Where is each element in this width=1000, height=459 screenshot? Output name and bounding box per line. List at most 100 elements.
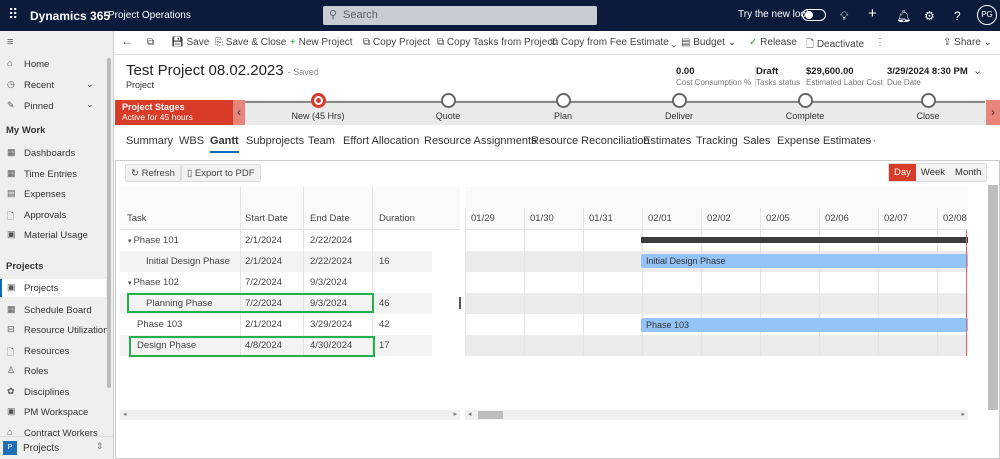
resources-icon: 🗋︎ [7, 347, 15, 357]
save-close-button[interactable]: ⎘ Save & Close [215, 37, 286, 48]
new-look-toggle[interactable] [802, 9, 826, 21]
timeline-horizontal-scrollbar[interactable]: ◂ ▸ [465, 410, 968, 420]
tab-summary[interactable]: Summary [126, 135, 173, 147]
popout-icon[interactable]: ⧉ [147, 37, 154, 48]
view-week-button[interactable]: Week [916, 164, 950, 181]
business-process-flow: Project Stages Active for 45 hours ‹ › Ne… [115, 93, 1000, 125]
try-new-look-label: Try the new look [738, 9, 811, 20]
splitter-handle[interactable] [459, 297, 461, 309]
tab-team[interactable]: Team [308, 135, 335, 147]
column-task[interactable]: Task [127, 213, 147, 224]
sidebar-label: Disciplines [24, 387, 70, 398]
sidebar-label: Pinned [24, 101, 54, 112]
table-row[interactable]: ▾ Phase 101 2/1/2024 2/22/2024 [120, 230, 432, 251]
export-pdf-button[interactable]: ▯ Export to PDF [181, 164, 261, 182]
cell-end: 2/22/2024 [310, 256, 353, 267]
avatar[interactable]: PG [977, 5, 997, 25]
tab-tracking[interactable]: Tracking [696, 135, 738, 147]
timeline-row [465, 293, 968, 314]
search-input[interactable]: ⚲ Search [323, 6, 597, 25]
sidebar-item-projects[interactable]: ▣ Projects [0, 279, 106, 297]
copy-fee-estimate-button[interactable]: ⧉ Copy from Fee Estimate ⌄ [551, 37, 676, 48]
tab-more[interactable]: ··· [865, 135, 876, 147]
section-projects: Projects [6, 261, 44, 272]
section-my-work: My Work [6, 125, 46, 136]
table-row[interactable]: ▾ Phase 102 7/2/2024 9/3/2024 [120, 272, 432, 293]
cell-task: ▾ Phase 101 [128, 235, 179, 246]
share-button[interactable]: ⇪ Share ⌄ [943, 37, 992, 48]
tab-resource-reconciliation[interactable]: Resource Reconciliation [531, 135, 650, 147]
tab-sales[interactable]: Sales [743, 135, 771, 147]
hamburger-icon[interactable]: ≡ [7, 36, 13, 48]
sidebar-scrollbar[interactable] [107, 58, 111, 388]
release-button[interactable]: ✓ Release [749, 37, 797, 48]
command-bar: ← ⧉ 💾︎ Save ⎘ Save & Close + New Project… [113, 31, 1000, 55]
cell-duration: 17 [379, 340, 390, 351]
roles-icon: ♙ [7, 365, 16, 375]
approval-icon: 🗋︎ [7, 211, 15, 221]
grid-horizontal-scrollbar[interactable]: ◂ ▸ [120, 410, 460, 420]
more-commands-icon[interactable]: ⋮ [875, 37, 885, 48]
table-row[interactable]: Phase 103 2/1/2024 3/29/2024 42 [120, 314, 432, 335]
save-button[interactable]: 💾︎ Save [171, 37, 209, 48]
stage-complete[interactable]: Complete [765, 93, 845, 121]
cell-task: ▾ Phase 102 [128, 277, 179, 288]
expand-header-icon[interactable]: ⌄ [973, 64, 982, 77]
column-duration[interactable]: Duration [379, 213, 415, 224]
new-project-button[interactable]: + New Project [290, 37, 353, 48]
vertical-scrollbar[interactable] [988, 185, 998, 410]
tab-expense-estimates[interactable]: Expense Estimates [777, 135, 871, 147]
brand[interactable]: Dynamics 365 [30, 9, 110, 23]
pdf-icon: ▯ [187, 168, 193, 179]
table-row[interactable]: Initial Design Phase 2/1/2024 2/22/2024 16 [120, 251, 432, 272]
chevron-down-icon: ⌄ [86, 99, 94, 109]
column-start-date[interactable]: Start Date [245, 213, 288, 224]
task-bar-phase-103[interactable]: Phase 103 [641, 318, 968, 332]
app-launcher-icon[interactable]: ⠿ [8, 6, 18, 23]
sidebar: ≡ ⌂ Home ◷ Recent ⌄ ✎ Pinned ⌄ My Work ▦ Dashb… [0, 31, 114, 459]
stage-next-button[interactable]: › [986, 100, 1000, 125]
deactivate-button[interactable]: 🗋︎ Deactivate [806, 37, 864, 54]
refresh-button[interactable]: ↻ Refresh [125, 164, 181, 182]
stage-new[interactable]: New (45 Hrs) [278, 93, 358, 121]
task-bar-initial-design-phase[interactable]: Initial Design Phase [641, 254, 968, 268]
bell-icon[interactable]: 🔔︎ [896, 9, 911, 23]
gear-icon[interactable]: ⚙ [924, 9, 935, 23]
calendar-icon: ▦ [7, 168, 16, 178]
stage-plan[interactable]: Plan [523, 93, 603, 121]
box-icon: ▣ [7, 229, 16, 239]
area-switcher[interactable]: P Projects ⇕ [0, 436, 113, 459]
date-header: 02/07 [884, 213, 908, 224]
search-placeholder: Search [343, 9, 378, 21]
receipt-icon: ▤ [7, 188, 16, 198]
tab-estimates[interactable]: Estimates [643, 135, 691, 147]
column-end-date[interactable]: End Date [310, 213, 350, 224]
tab-effort-allocation[interactable]: Effort Allocation [343, 135, 419, 147]
app-name[interactable]: Project Operations [108, 10, 191, 21]
copy-project-button[interactable]: ⧉ Copy Project [363, 37, 430, 48]
stage-panel[interactable]: Project Stages Active for 45 hours [115, 100, 233, 125]
tab-subprojects[interactable]: Subprojects [246, 135, 304, 147]
back-icon[interactable]: ← [121, 34, 133, 48]
tab-resource-assignments[interactable]: Resource Assignments [424, 135, 537, 147]
stage-prev-button[interactable]: ‹ [233, 100, 245, 125]
view-month-button[interactable]: Month [950, 164, 986, 181]
budget-button[interactable]: ▤ Budget ⌄ [681, 37, 736, 48]
sidebar-label: Material Usage [24, 230, 88, 241]
chevron-updown-icon: ⇕ [96, 441, 104, 451]
entity-name: Project [126, 80, 155, 90]
pin-icon: ✎ [7, 100, 15, 110]
view-day-button[interactable]: Day [889, 164, 916, 181]
tab-wbs[interactable]: WBS [179, 135, 204, 147]
summary-bar-phase-101[interactable] [641, 237, 968, 243]
date-header: 01/29 [471, 213, 495, 224]
copy-tasks-button[interactable]: ⧉ Copy Tasks from Project [437, 37, 555, 48]
tab-gantt[interactable]: Gantt [210, 135, 239, 153]
lightbulb-icon[interactable]: 💡︎ [840, 9, 848, 24]
plus-icon[interactable]: + [868, 5, 877, 22]
help-icon[interactable]: ? [954, 9, 961, 23]
stage-close[interactable]: Close [888, 93, 968, 121]
stage-quote[interactable]: Quote [408, 93, 488, 121]
stage-deliver[interactable]: Deliver [639, 93, 719, 121]
cell-end: 3/29/2024 [310, 319, 353, 330]
